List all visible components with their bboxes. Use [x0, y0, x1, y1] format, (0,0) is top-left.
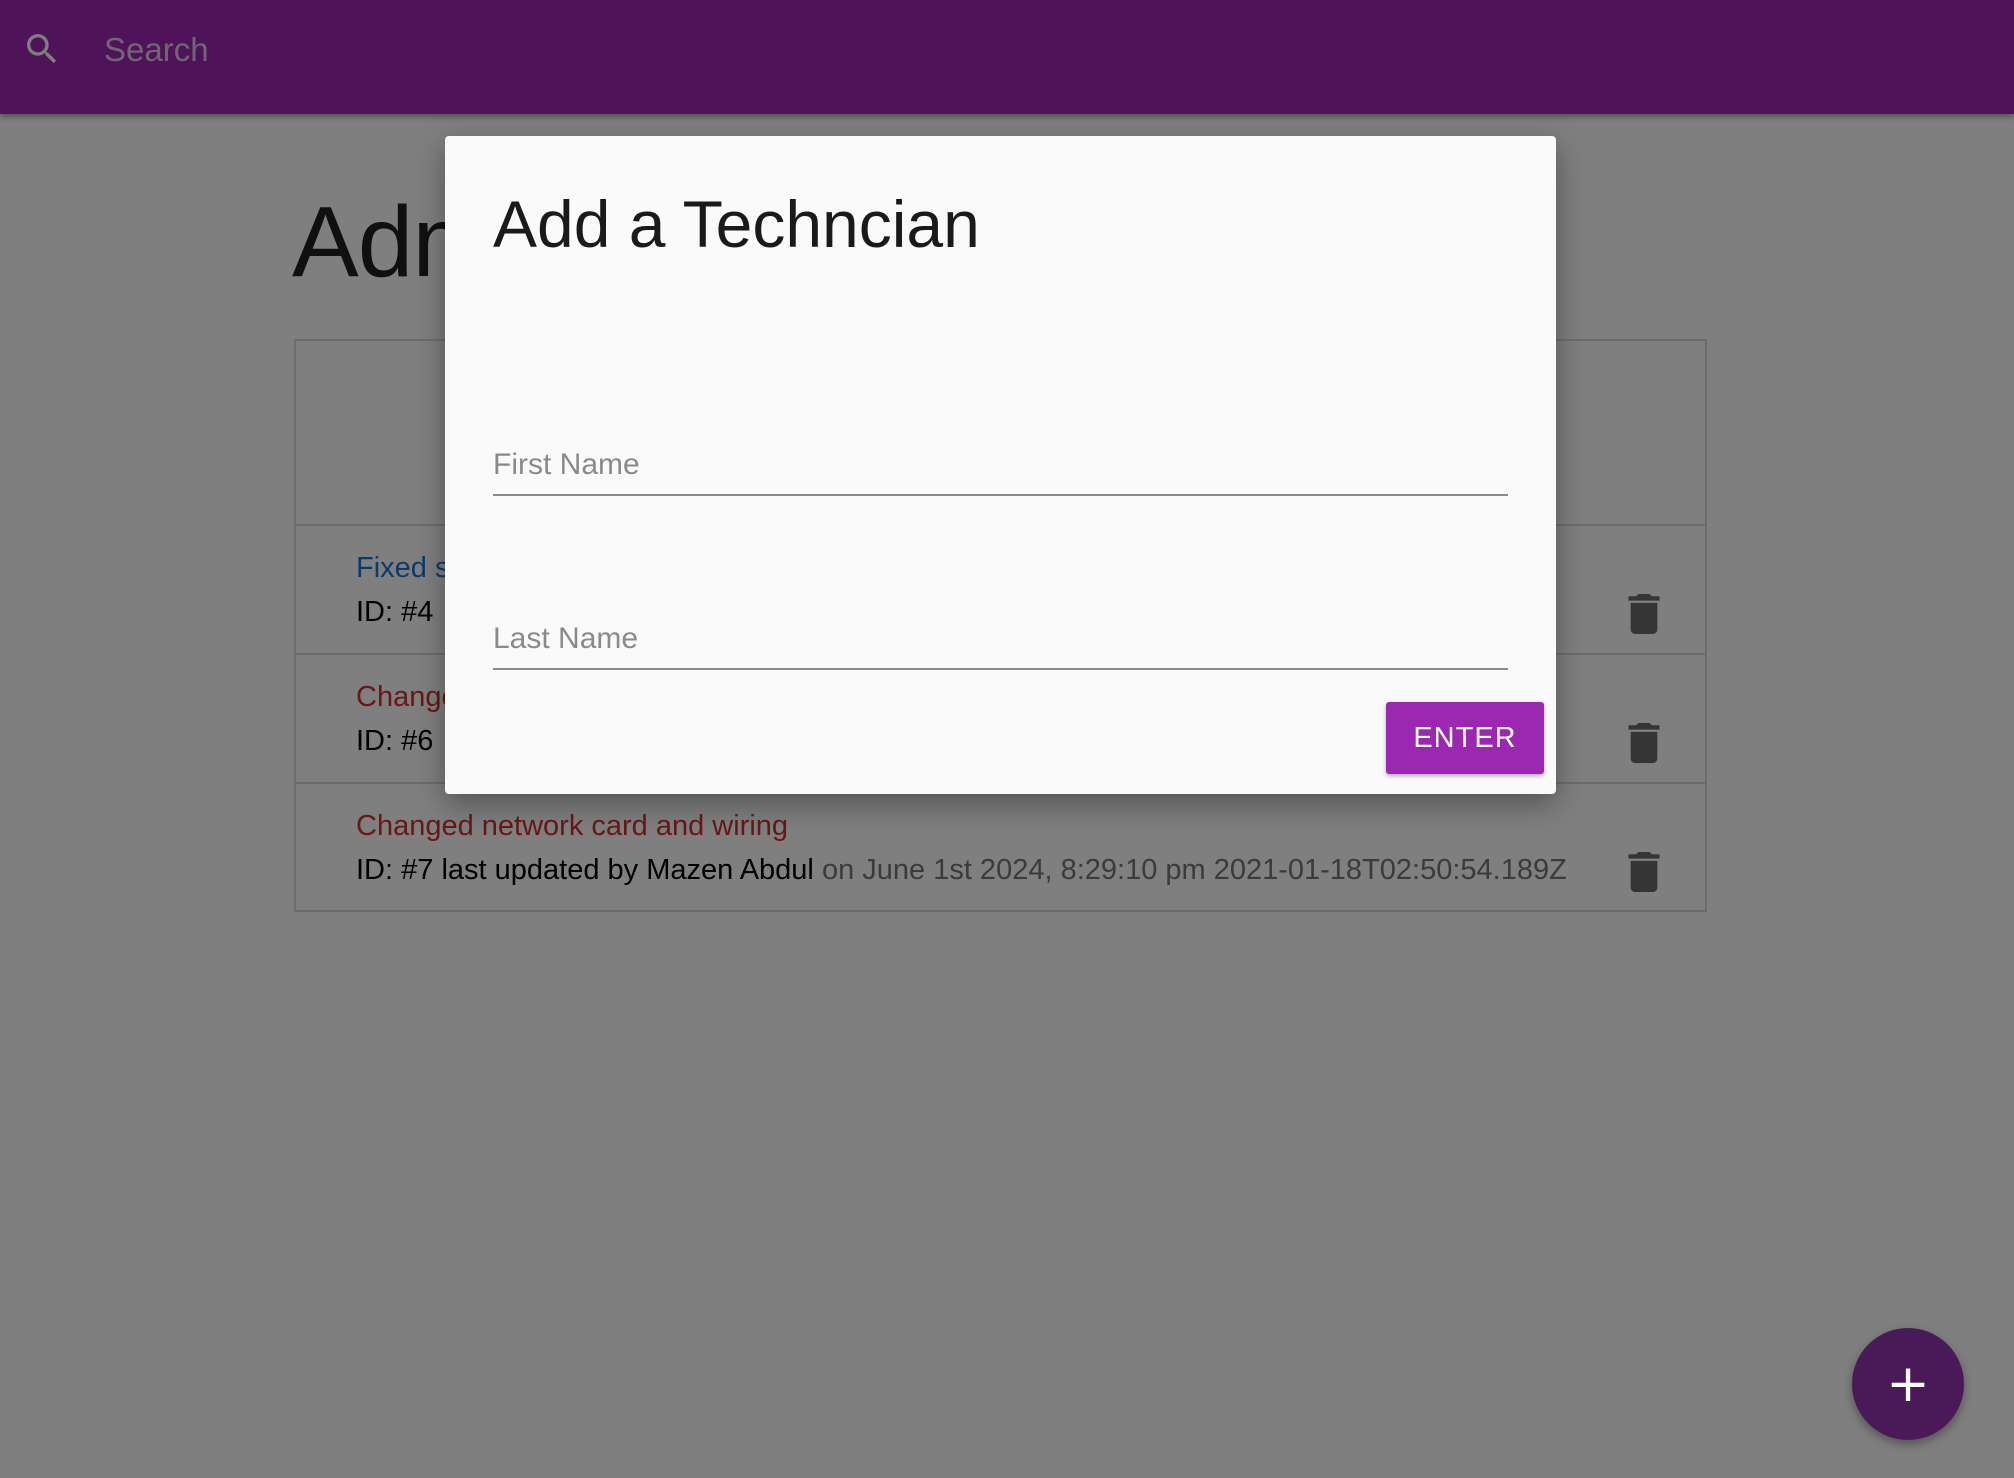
- dialog-title: Add a Techncian: [493, 187, 980, 261]
- add-technician-dialog: Add a Techncian ENTER: [445, 136, 1556, 794]
- first-name-field[interactable]: [493, 436, 1508, 496]
- add-technician-fab[interactable]: +: [1852, 1328, 1964, 1440]
- last-name-input[interactable]: [493, 610, 1508, 668]
- last-name-field[interactable]: [493, 610, 1508, 670]
- first-name-input[interactable]: [493, 436, 1508, 494]
- enter-button[interactable]: ENTER: [1386, 702, 1544, 774]
- plus-icon: +: [1886, 1354, 1930, 1414]
